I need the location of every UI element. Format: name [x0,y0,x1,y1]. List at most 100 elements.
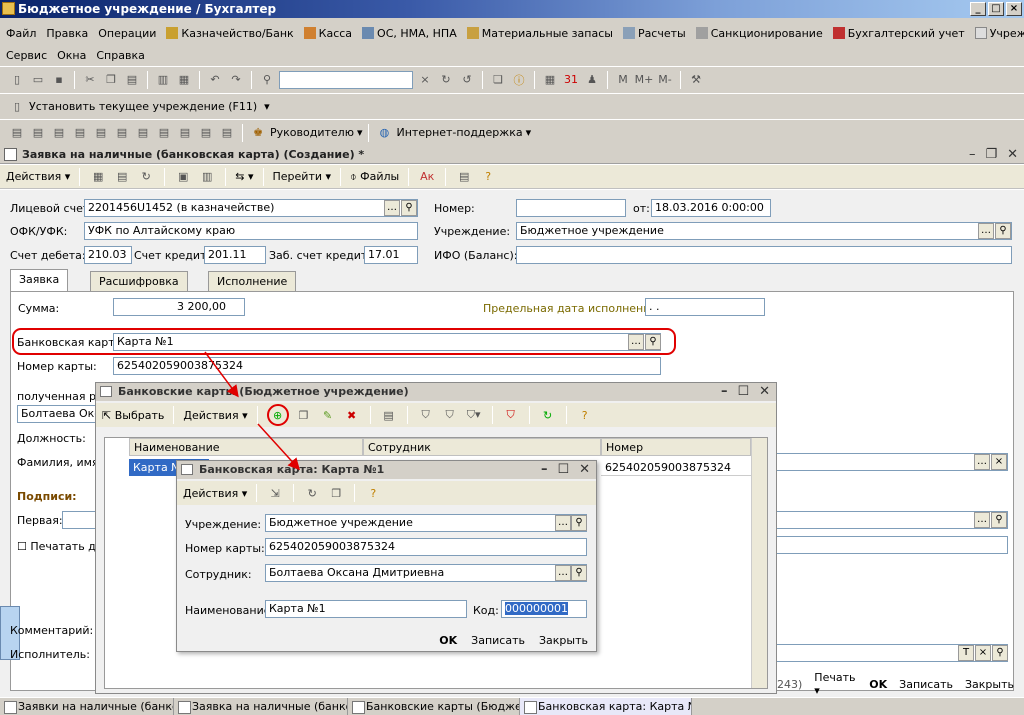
copy-icon[interactable]: ❐ [102,71,120,89]
m-minus-icon[interactable]: M- [656,71,674,89]
accounting-icon[interactable]: Aк [418,168,436,186]
menu-sanction[interactable]: Санкционирование [695,27,823,40]
search-icon[interactable]: ⚲ [991,512,1007,528]
card-code-field[interactable]: 000000001 [501,600,587,618]
copy-doc-icon[interactable]: ▣ [174,168,192,186]
clear-icon[interactable]: × [991,454,1007,470]
undo-icon[interactable]: ↶ [206,71,224,89]
users-icon[interactable]: ♟ [583,71,601,89]
post-icon[interactable]: ▦ [89,168,107,186]
doc-restore-button[interactable]: ❐ [985,147,997,162]
menu-help[interactable]: Справка [96,49,144,62]
calculator-icon[interactable]: ▦ [541,71,559,89]
card-emp-field[interactable]: Болтаева Оксана Дмитриевна [265,564,587,582]
save-close-icon[interactable]: ⇲ [266,484,284,502]
refresh-icon[interactable]: ↻ [137,168,155,186]
search-icon[interactable]: ⚲ [992,645,1008,661]
select-icon[interactable]: … [974,512,990,528]
report-icon[interactable]: ▤ [29,124,47,142]
menu-windows[interactable]: Окна [57,49,86,62]
search-input[interactable] [279,70,413,89]
filter-icon[interactable]: ⛉ [417,406,435,424]
delete-icon[interactable]: ✖ [343,406,361,424]
task-requests-list[interactable]: Заявки на наличные (банко... [0,698,174,715]
refresh-icon[interactable]: ↻ [303,484,321,502]
report-icon[interactable]: ▤ [134,124,152,142]
task-card-form[interactable]: Банковская карта: Карта №1 [520,698,692,715]
clear-icon[interactable]: × [416,71,434,89]
card-close-button[interactable]: ✕ [579,462,590,477]
tab-execution[interactable]: Исполнение [208,271,297,291]
support-button[interactable]: Интернет-поддержка [396,126,522,139]
cut-icon[interactable]: ✂ [81,71,99,89]
search-icon[interactable]: ⚲ [995,223,1011,239]
files-button[interactable]: ⌽ Файлы [350,170,399,184]
task-cards-list[interactable]: Банковские карты (Бюджет... [348,698,520,715]
ok-button[interactable]: OK [869,678,887,691]
close-doc-button[interactable]: Закрыть [965,678,1014,691]
hierarchy-icon[interactable]: ▤ [380,406,398,424]
help-icon[interactable]: ? [576,406,594,424]
minimize-button[interactable]: _ [970,2,986,16]
col-name[interactable]: Наименование [129,438,363,456]
filter-off-icon[interactable]: ⛉ [502,406,520,424]
tab-request[interactable]: Заявка [10,269,69,292]
help-icon[interactable]: ? [479,168,497,186]
save-icon[interactable]: ▪ [50,71,68,89]
card-num-field[interactable]: 625402059003875324 [265,538,587,556]
debit-field[interactable]: 210.03 [84,246,132,264]
tools-icon[interactable]: ⚒ [687,71,705,89]
preview-icon[interactable]: ▦ [175,71,193,89]
select-icon[interactable]: … [384,200,400,216]
search-icon[interactable]: ⚲ [571,515,587,531]
cards-minimize-button[interactable]: – [721,384,728,399]
refresh-icon[interactable]: ↻ [539,406,557,424]
search-icon[interactable]: ⚲ [258,71,276,89]
report-icon[interactable]: ▤ [50,124,68,142]
unpost-icon[interactable]: ▤ [113,168,131,186]
menu-operations[interactable]: Операции [98,27,156,40]
calendar-icon[interactable]: 31 [562,71,580,89]
fio-field[interactable] [770,453,1008,471]
report-icon[interactable]: ▤ [71,124,89,142]
edit-icon[interactable]: ✎ [319,406,337,424]
doc-minimize-button[interactable]: – [969,147,976,162]
help-icon[interactable]: ? [364,484,382,502]
select-icon[interactable]: … [974,454,990,470]
menu-assets[interactable]: ОС, НМА, НПА [362,27,457,40]
col-number[interactable]: Номер [601,438,751,456]
close-button[interactable]: × [1006,2,1022,16]
card-number-field[interactable]: 625402059003875324 [113,357,661,375]
bank-card-field[interactable]: Карта №1 [113,333,661,351]
credit-field[interactable]: 201.11 [204,246,266,264]
tab-breakdown[interactable]: Расшифровка [90,271,188,291]
select-icon[interactable]: … [555,565,571,581]
select-button[interactable]: ⇱ Выбрать [102,409,164,422]
number-field[interactable] [516,199,626,217]
text-icon[interactable]: T [958,645,974,661]
task-request-doc[interactable]: Заявка на наличные (банко... [174,698,348,715]
search-icon[interactable]: ⚲ [645,334,661,350]
first-sign-field-right[interactable] [770,511,1008,529]
received-field[interactable]: Болтаева Окс [17,405,97,423]
redo-icon[interactable]: ↷ [227,71,245,89]
m-icon[interactable]: M [614,71,632,89]
m-plus-icon[interactable]: M+ [635,71,654,89]
print-field[interactable] [770,536,1008,554]
report-icon[interactable]: ▤ [218,124,236,142]
doc-close-button[interactable]: ✕ [1007,147,1018,162]
report-icon[interactable]: ▤ [92,124,110,142]
card-minimize-button[interactable]: – [541,462,548,477]
deadline-field[interactable]: . . [645,298,765,316]
search-icon[interactable]: ⚲ [571,565,587,581]
first-sign-field[interactable] [62,511,98,529]
search-icon[interactable]: ⚲ [401,200,417,216]
ifo-field[interactable] [516,246,1012,264]
report-icon[interactable]: ▤ [176,124,194,142]
date-field[interactable]: 18.03.2016 0:00:00 [651,199,771,217]
menu-file[interactable]: Файл [6,27,36,40]
paste-icon[interactable]: ▤ [123,71,141,89]
account-field[interactable]: 2201456U1452 (в казначействе) [84,199,418,217]
managers-button[interactable]: Руководителю [270,126,354,139]
report-icon[interactable]: ▤ [197,124,215,142]
